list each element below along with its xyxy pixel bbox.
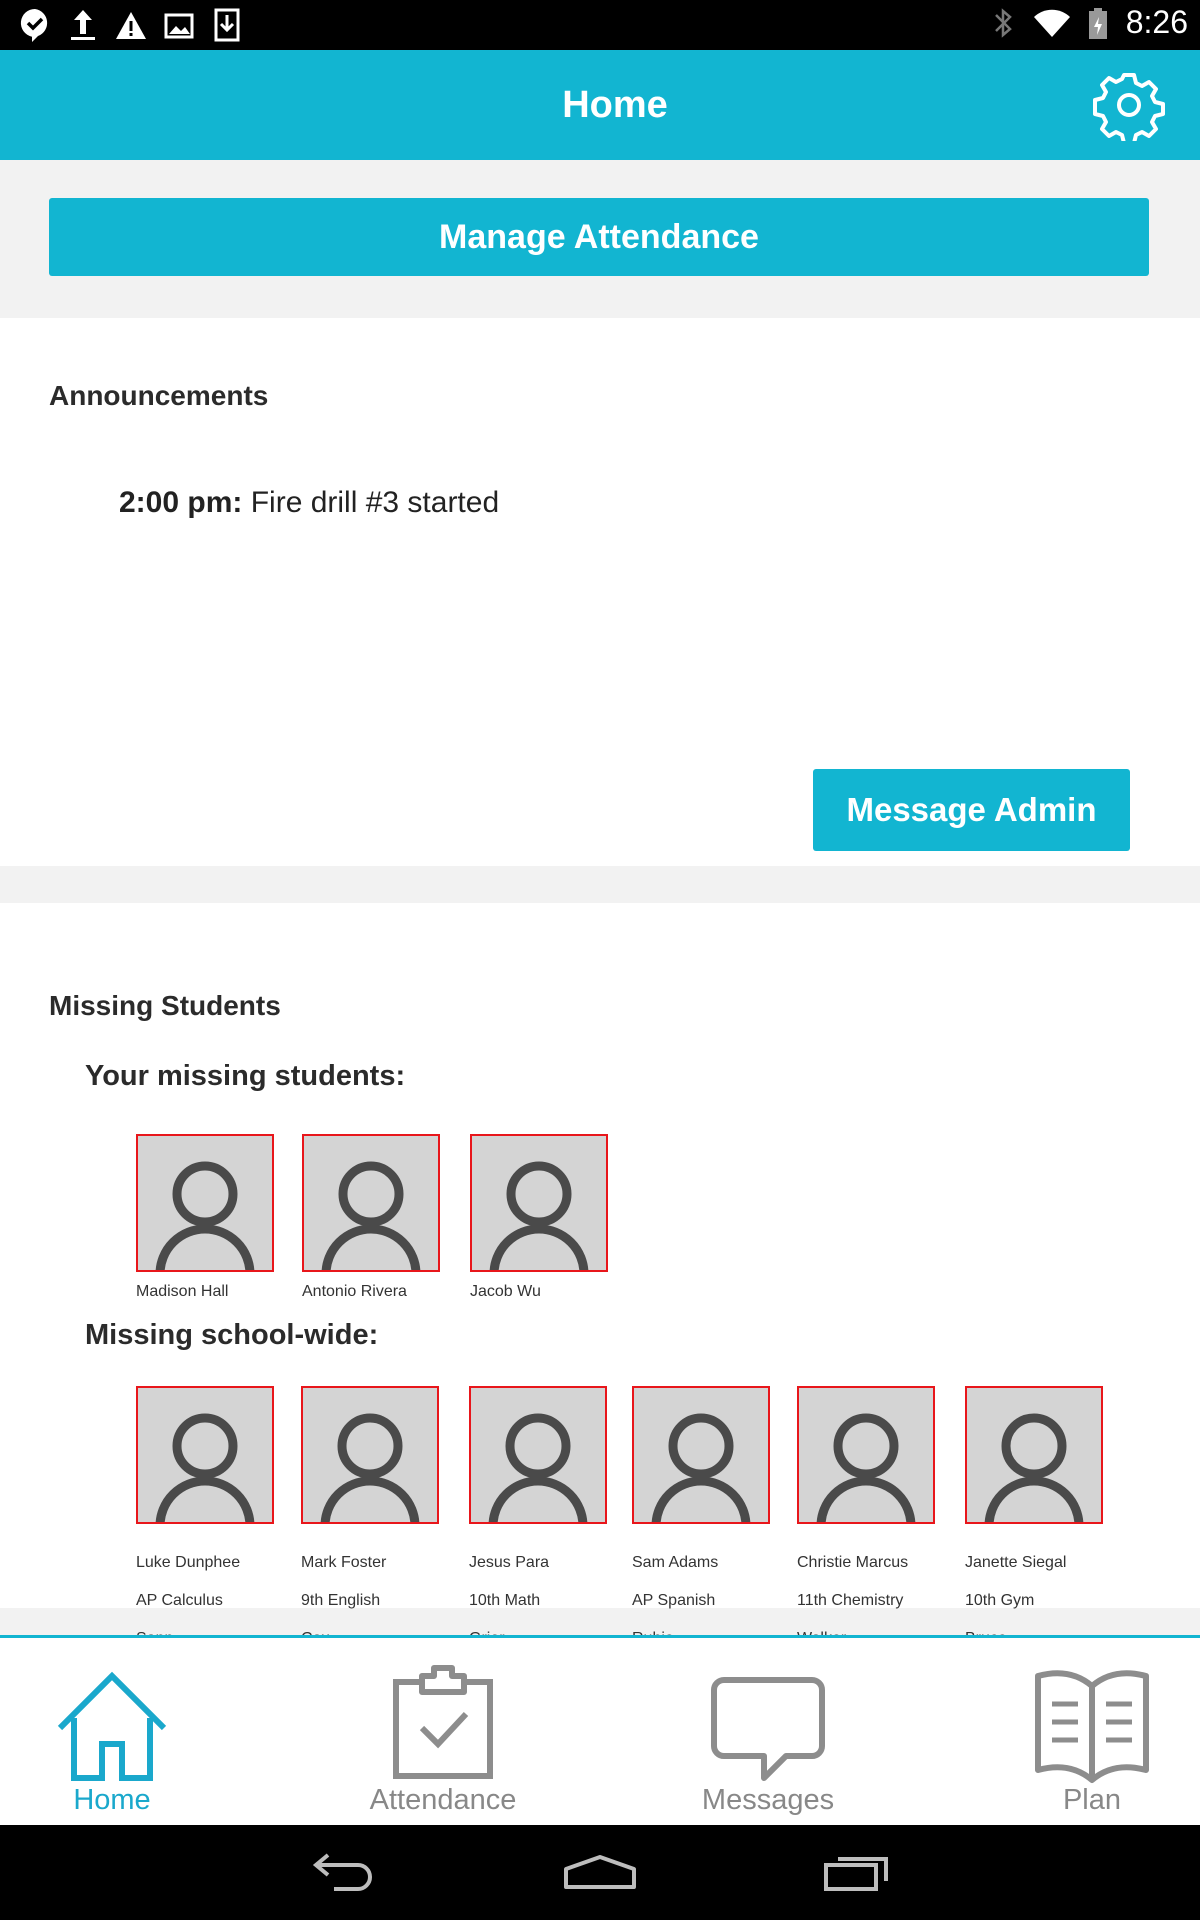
- school-wide-title: Missing school-wide:: [85, 1319, 379, 1351]
- person-icon: [321, 1161, 421, 1270]
- page-title: Home: [562, 84, 668, 126]
- person-icon: [320, 1413, 420, 1522]
- app-screen: Home Manage Attendance Announcements 2:0…: [0, 50, 1200, 1825]
- bluetooth-icon: [994, 7, 1012, 38]
- student-card[interactable]: Janette Siegal 10th Gym Bruce: [965, 1386, 1115, 1667]
- nav-item-plan[interactable]: Plan: [962, 1638, 1200, 1825]
- book-icon: [1035, 1670, 1149, 1783]
- student-class: 10th Math: [469, 1592, 541, 1609]
- hangouts-check-icon: [20, 8, 48, 42]
- avatar: [797, 1386, 935, 1524]
- announcement-text: Fire drill #3 started: [242, 486, 500, 519]
- student-name: Luke Dunphee: [136, 1554, 241, 1571]
- student-name: Jacob Wu: [470, 1283, 541, 1300]
- avatar: [136, 1386, 274, 1524]
- student-card[interactable]: Jacob Wu: [470, 1134, 620, 1301]
- nav-label: Attendance: [369, 1784, 517, 1816]
- student-class: 10th Gym: [965, 1592, 1035, 1609]
- avatar: [301, 1386, 439, 1524]
- missing-students-card: Missing Students Your missing students: …: [0, 903, 1200, 1647]
- student-card[interactable]: Christie Marcus 11th Chemistry Walker: [797, 1386, 947, 1667]
- speech-bubble-icon: [711, 1677, 825, 1781]
- nav-label: Messages: [701, 1784, 835, 1816]
- app-bar: Home: [0, 50, 1200, 160]
- student-card[interactable]: Jesus Para 10th Math Grier: [469, 1386, 619, 1667]
- person-icon: [155, 1161, 255, 1270]
- battery-charging-icon: [1088, 7, 1107, 39]
- nav-label: Home: [73, 1784, 151, 1816]
- student-card[interactable]: Mark Foster 9th English Cox: [301, 1386, 451, 1667]
- student-name: Madison Hall: [136, 1283, 229, 1300]
- person-icon: [488, 1413, 588, 1522]
- download-icon: [214, 8, 240, 42]
- student-card[interactable]: Sam Adams AP Spanish Rubio: [632, 1386, 782, 1667]
- nav-item-messages[interactable]: Messages: [638, 1638, 898, 1825]
- back-icon[interactable]: [308, 1851, 378, 1891]
- nav-label: Plan: [1062, 1784, 1122, 1816]
- recents-icon[interactable]: [822, 1851, 892, 1891]
- student-name: Mark Foster: [301, 1554, 387, 1571]
- avatar: [470, 1134, 608, 1272]
- announcement-item: 2:00 pm: Fire drill #3 started: [119, 486, 499, 520]
- manage-attendance-button[interactable]: Manage Attendance: [49, 198, 1149, 276]
- student-card[interactable]: Madison Hall: [136, 1134, 286, 1301]
- student-name: Antonio Rivera: [302, 1283, 407, 1300]
- person-icon: [489, 1161, 589, 1270]
- avatar: [136, 1134, 274, 1272]
- person-icon: [651, 1413, 751, 1522]
- student-class: AP Spanish: [632, 1592, 716, 1609]
- person-icon: [984, 1413, 1084, 1522]
- avatar: [469, 1386, 607, 1524]
- system-nav-bar: [0, 1825, 1200, 1920]
- student-name: Janette Siegal: [965, 1554, 1067, 1571]
- student-class: AP Calculus: [136, 1592, 223, 1609]
- missing-students-title: Missing Students: [49, 990, 281, 1021]
- upload-icon: [71, 10, 95, 40]
- avatar: [965, 1386, 1103, 1524]
- status-bar: 8:26: [0, 0, 1200, 50]
- avatar: [632, 1386, 770, 1524]
- home-icon: [57, 1671, 167, 1781]
- student-class: 11th Chemistry: [797, 1592, 904, 1609]
- student-card[interactable]: Luke Dunphee AP Calculus Sapp: [136, 1386, 286, 1667]
- image-icon: [164, 13, 194, 39]
- gear-icon[interactable]: [1093, 69, 1165, 141]
- student-class: 9th English: [301, 1592, 381, 1609]
- student-card[interactable]: Antonio Rivera: [302, 1134, 452, 1301]
- warning-icon: [116, 12, 146, 39]
- person-icon: [155, 1413, 255, 1522]
- nav-item-home[interactable]: Home: [0, 1638, 242, 1825]
- clock: 8:26: [1125, 4, 1188, 40]
- student-name: Christie Marcus: [797, 1554, 909, 1571]
- announcement-time: 2:00 pm:: [119, 486, 243, 519]
- person-icon: [816, 1413, 916, 1522]
- nav-item-attendance[interactable]: Attendance: [313, 1638, 573, 1825]
- home-button-icon[interactable]: [562, 1851, 638, 1891]
- your-missing-title: Your missing students:: [85, 1060, 406, 1092]
- announcements-card: Announcements 2:00 pm: Fire drill #3 sta…: [0, 318, 1200, 866]
- message-admin-button[interactable]: Message Admin: [813, 769, 1130, 851]
- student-name: Sam Adams: [632, 1554, 719, 1571]
- clipboard-check-icon: [393, 1665, 493, 1779]
- bottom-nav: Home Attendance Messages Plan: [0, 1635, 1200, 1825]
- avatar: [302, 1134, 440, 1272]
- announcements-title: Announcements: [49, 380, 269, 411]
- student-name: Jesus Para: [469, 1554, 550, 1571]
- wifi-icon: [1033, 9, 1070, 37]
